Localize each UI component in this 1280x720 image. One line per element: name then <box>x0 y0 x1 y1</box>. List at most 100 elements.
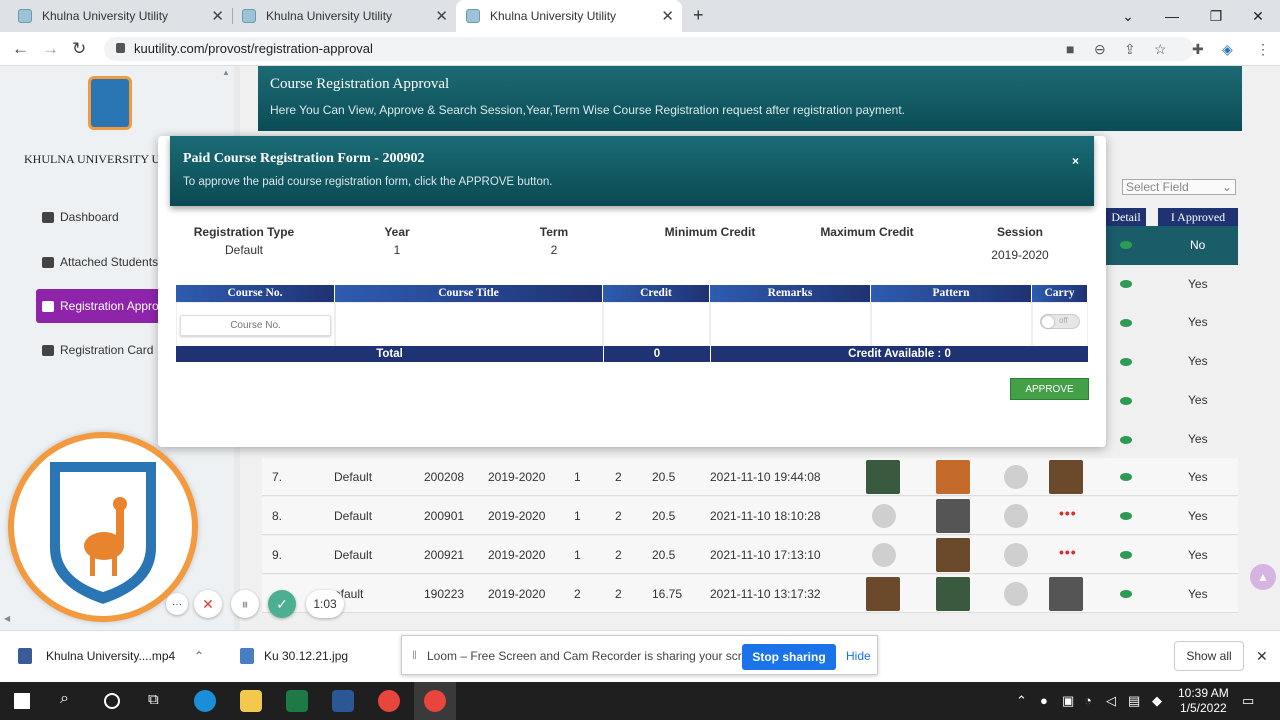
sidebar-item-label: Registration Appro <box>60 299 159 313</box>
network-icon[interactable]: ▣ <box>1062 693 1074 709</box>
screen-share-notice: ‖ Loom – Free Screen and Cam Recorder is… <box>401 635 878 675</box>
pdf-icon[interactable]: ▤ <box>1128 693 1140 709</box>
site-favicon-icon <box>18 9 32 23</box>
eye-icon[interactable] <box>1120 280 1132 288</box>
hide-button[interactable]: Hide <box>846 649 871 663</box>
browser-tab[interactable]: Khulna University Utility ✕ <box>8 0 232 32</box>
extensions-icon[interactable]: ✚ <box>1192 41 1204 58</box>
image-file-icon <box>240 648 254 664</box>
sidebar-item-label: Registration Card <box>60 343 154 357</box>
total-label: Total <box>176 346 603 362</box>
approved-status: Yes <box>1188 470 1208 484</box>
approved-status: Yes <box>1188 393 1208 407</box>
search-field-select[interactable]: Select Field ⌄ <box>1122 179 1236 195</box>
approved-status: Yes <box>1188 432 1208 446</box>
notifications-icon[interactable]: ▭ <box>1242 693 1254 709</box>
eye-icon[interactable] <box>1120 551 1132 559</box>
field-value: 2 <box>550 243 558 257</box>
eye-icon[interactable] <box>1120 358 1132 366</box>
chevron-up-icon[interactable]: ⌃ <box>194 649 204 663</box>
wifi-icon[interactable]: ◔ <box>1084 693 1092 708</box>
search-icon[interactable]: ⌕ <box>60 690 69 708</box>
zoom-icon[interactable]: ⊖ <box>1094 41 1106 58</box>
security-icon[interactable]: ◆ <box>1152 693 1162 709</box>
clock[interactable]: 10:39 AM 1/5/2022 <box>1178 686 1229 716</box>
chevron-down-icon: ⌄ <box>1221 180 1232 194</box>
forward-icon[interactable]: → <box>42 39 59 59</box>
drag-handle-icon[interactable]: ‖ <box>412 648 417 662</box>
scroll-up-icon[interactable]: ▲ <box>222 68 230 77</box>
word-icon[interactable] <box>332 690 354 712</box>
reload-icon[interactable]: ↻ <box>72 39 86 59</box>
finish-recording-icon[interactable]: ✓ <box>268 590 296 618</box>
site-favicon-icon <box>242 9 256 23</box>
pause-icon[interactable]: ⏸ <box>231 590 259 618</box>
table-row-highlight: No <box>1106 226 1238 265</box>
student-photo <box>936 499 970 533</box>
site-name: KHULNA UNIVERSITY UT <box>24 152 168 166</box>
scroll-top-button[interactable]: ▲ <box>1250 564 1276 590</box>
video-file-icon <box>18 648 32 664</box>
url-bar[interactable]: kuutility.com/provost/registration-appro… <box>104 37 1194 61</box>
chrome-active-taskbar-item[interactable] <box>414 682 456 720</box>
column-header: Course No. <box>176 285 335 302</box>
approve-button[interactable]: APPROVE <box>1010 378 1089 400</box>
task-view-icon[interactable]: ⧉ <box>148 691 159 708</box>
download-item[interactable]: Ku 30.12.21.jpg <box>264 649 348 663</box>
download-item[interactable]: Khulna University....mp4 <box>46 649 175 663</box>
cell-year: 1 <box>574 548 581 562</box>
eye-icon[interactable] <box>1120 436 1132 444</box>
cell-credit: 20.5 <box>652 509 676 523</box>
volume-icon[interactable]: ◁ <box>1106 693 1116 709</box>
student-photo <box>936 460 970 494</box>
menu-icon[interactable]: ⋮ <box>1256 41 1270 58</box>
bookmark-star-icon[interactable]: ☆ <box>1154 41 1167 58</box>
tab-search-icon[interactable]: ⌄ <box>1106 0 1150 32</box>
stop-sharing-button[interactable]: Stop sharing <box>742 644 836 670</box>
close-window-icon[interactable]: ✕ <box>1236 0 1280 32</box>
profile-icon[interactable]: ◈ <box>1222 41 1233 58</box>
camera-icon[interactable]: ■ <box>1066 41 1074 57</box>
eye-icon[interactable] <box>1120 241 1132 249</box>
loom-camera-bubble[interactable] <box>8 432 198 622</box>
university-emblem-icon <box>46 458 160 609</box>
minimize-icon[interactable]: — <box>1150 0 1194 32</box>
field-label: Registration Type <box>193 225 295 239</box>
new-tab-button[interactable]: + <box>693 5 704 26</box>
cell-datetime: 2021-11-10 18:10:28 <box>710 509 821 523</box>
browser-tab-active[interactable]: Khulna University Utility ✕ <box>456 0 682 32</box>
modal-title: Paid Course Registration Form - 200902 <box>183 151 425 166</box>
maximize-icon[interactable]: ❐ <box>1194 0 1238 32</box>
share-icon[interactable]: ⇪ <box>1124 41 1136 58</box>
cortana-icon[interactable] <box>104 693 120 709</box>
close-tab-icon[interactable]: ✕ <box>435 7 448 25</box>
avatar-placeholder-icon <box>1004 543 1028 567</box>
cancel-recording-icon[interactable]: ✕ <box>194 590 222 618</box>
show-all-button[interactable]: Show all <box>1174 641 1244 671</box>
eye-icon[interactable] <box>1120 512 1132 520</box>
cell-session: 2019-2020 <box>488 509 546 523</box>
carry-toggle[interactable]: off <box>1040 314 1080 329</box>
microphone-icon[interactable]: ● <box>1040 693 1048 708</box>
edge-icon[interactable] <box>194 690 216 712</box>
chrome-icon[interactable] <box>378 690 400 712</box>
file-explorer-icon[interactable] <box>240 690 262 712</box>
eye-icon[interactable] <box>1120 319 1132 327</box>
eye-icon[interactable] <box>1120 590 1132 598</box>
excel-icon[interactable] <box>286 690 308 712</box>
close-tab-icon[interactable]: ✕ <box>661 7 674 25</box>
avatar-placeholder-icon <box>1004 465 1028 489</box>
close-downloads-icon[interactable]: ✕ <box>1256 648 1268 665</box>
back-icon[interactable]: ← <box>12 39 29 59</box>
modal-close-button[interactable]: × <box>1072 154 1079 168</box>
course-no-input[interactable]: Course No. <box>180 315 331 336</box>
browser-tab[interactable]: Khulna University Utility ✕ <box>232 0 456 32</box>
eye-icon[interactable] <box>1120 473 1132 481</box>
more-options-icon[interactable]: ··· <box>166 593 188 615</box>
eye-icon[interactable] <box>1120 397 1132 405</box>
field-label: Maximum Credit <box>820 225 914 239</box>
close-tab-icon[interactable]: ✕ <box>211 7 224 25</box>
cell-datetime: 2021-11-10 19:44:08 <box>710 470 821 484</box>
windows-start-icon[interactable] <box>14 693 30 709</box>
tray-chevron-icon[interactable]: ⌃ <box>1016 693 1027 709</box>
